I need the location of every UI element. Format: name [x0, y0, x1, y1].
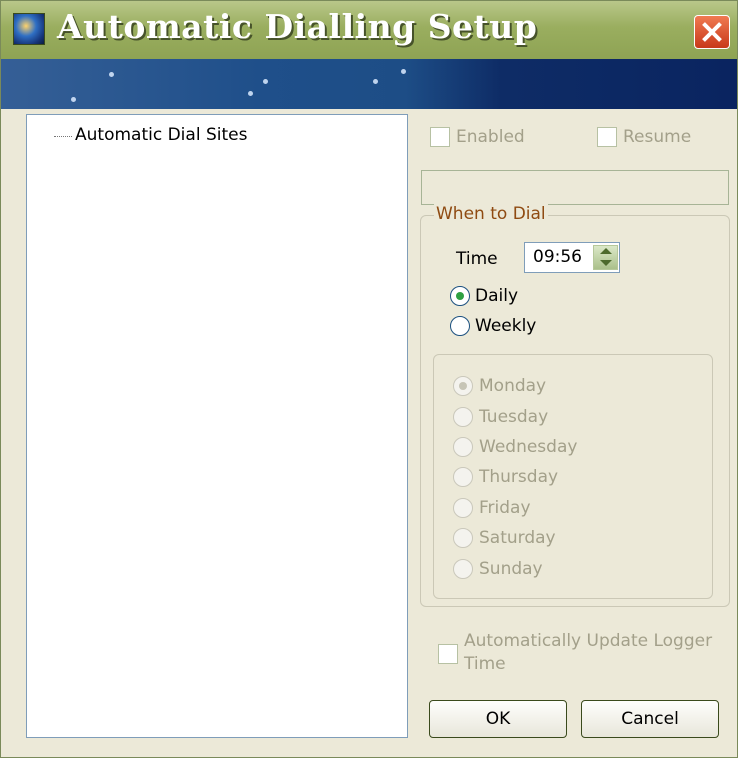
wednesday-label: Wednesday [479, 437, 578, 457]
spin-up-icon[interactable] [600, 248, 612, 254]
daily-radio[interactable] [450, 286, 470, 306]
dial-sites-tree[interactable]: Automatic Dial Sites [26, 114, 408, 738]
tuesday-label: Tuesday [479, 407, 549, 427]
thursday-radio[interactable] [453, 467, 473, 487]
cancel-button[interactable]: Cancel [581, 700, 719, 738]
auto-update-time-label-line2: Time [464, 654, 506, 674]
time-value: 09:56 [533, 247, 582, 267]
time-field[interactable]: 09:56 [524, 242, 620, 273]
when-to-dial-title: When to Dial [434, 204, 548, 224]
saturday-radio[interactable] [453, 528, 473, 548]
dialog-window: Automatic Dialling Setup Automatic Dial … [0, 0, 738, 758]
tree-root-item[interactable]: Automatic Dial Sites [75, 125, 247, 145]
app-icon [13, 13, 45, 45]
header-banner [1, 59, 737, 109]
time-label: Time [456, 249, 498, 269]
wednesday-radio[interactable] [453, 437, 473, 457]
weekly-label: Weekly [475, 316, 537, 336]
sunday-radio[interactable] [453, 559, 473, 579]
enabled-label: Enabled [456, 127, 525, 147]
close-button[interactable] [694, 15, 730, 49]
tree-connector [54, 136, 72, 137]
days-group [433, 354, 713, 599]
title-bar[interactable]: Automatic Dialling Setup [1, 1, 737, 59]
weekly-radio[interactable] [450, 316, 470, 336]
monday-label: Monday [479, 376, 547, 396]
window-title: Automatic Dialling Setup [57, 7, 538, 46]
ok-button[interactable]: OK [429, 700, 567, 738]
auto-update-time-checkbox[interactable] [438, 644, 458, 664]
friday-radio[interactable] [453, 498, 473, 518]
saturday-label: Saturday [479, 528, 556, 548]
sunday-label: Sunday [479, 559, 543, 579]
resume-checkbox[interactable] [597, 127, 617, 147]
auto-update-time-label-line1: Automatically Update Logger [464, 631, 713, 651]
spin-down-icon[interactable] [600, 260, 612, 266]
enabled-checkbox[interactable] [430, 127, 450, 147]
thursday-label: Thursday [479, 467, 559, 487]
tuesday-radio[interactable] [453, 407, 473, 427]
monday-radio[interactable] [453, 376, 473, 396]
daily-label: Daily [475, 286, 519, 306]
site-name-field[interactable] [421, 170, 729, 205]
time-spinner[interactable] [593, 245, 618, 270]
resume-label: Resume [623, 127, 692, 147]
friday-label: Friday [479, 498, 531, 518]
